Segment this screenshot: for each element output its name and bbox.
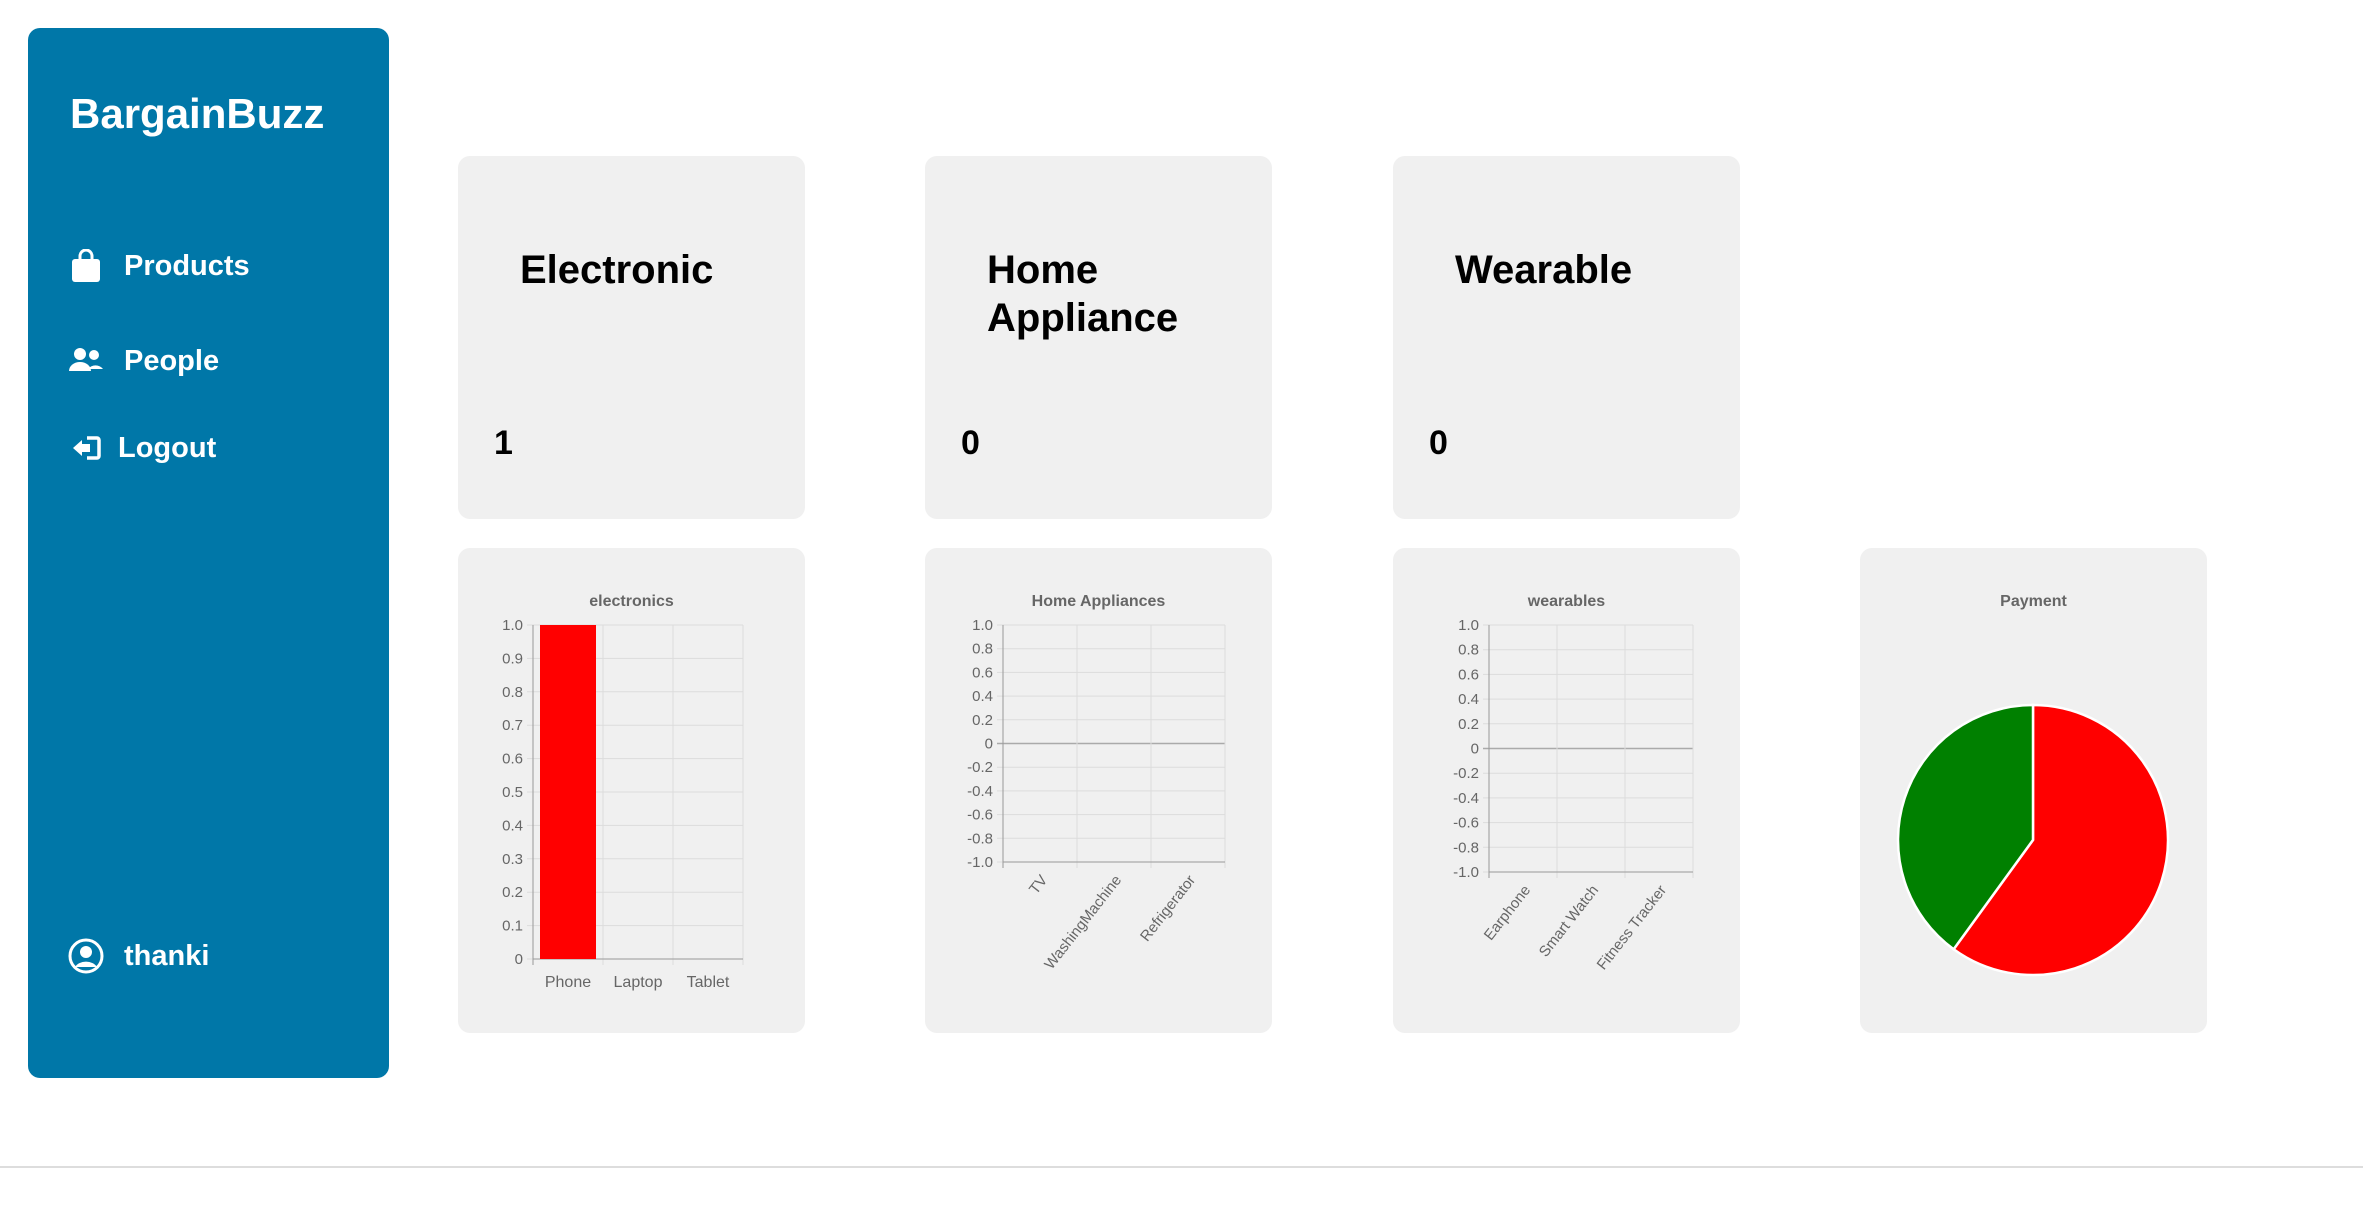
y-tick-label: 0.5 bbox=[502, 784, 523, 801]
y-tick-label: 0.8 bbox=[1458, 642, 1479, 659]
footer-divider bbox=[0, 1166, 2363, 1168]
logout-icon bbox=[68, 430, 104, 466]
y-tick-label: 0.1 bbox=[502, 918, 523, 935]
y-tick-label: 0.8 bbox=[502, 684, 523, 701]
x-tick-label: Smart Watch bbox=[1536, 882, 1602, 960]
y-tick-label: 1.0 bbox=[1458, 617, 1479, 634]
sidebar-item-people[interactable]: People bbox=[68, 343, 219, 379]
y-tick-label: 0 bbox=[985, 736, 993, 753]
sidebar-item-label: Products bbox=[124, 249, 250, 282]
y-tick-label: 0.6 bbox=[502, 751, 523, 768]
x-tick-label: Laptop bbox=[614, 974, 663, 991]
y-tick-label: -0.8 bbox=[967, 830, 993, 847]
y-tick-label: 0.3 bbox=[502, 851, 523, 868]
wearables-bar-chart: wearables -1.0 -0.8 -0.6 -0.4 -0.2 0 0.2 0.4 0.6 0… bbox=[1453, 593, 1694, 973]
stat-card-electronic: Electronic 1 bbox=[458, 156, 805, 519]
chart-card-home-appliances: Home Appliances -1.0 -0.8 -0.6 -0.4 -0.2 0 0.2 0… bbox=[925, 548, 1272, 1033]
y-tick-label: 0.4 bbox=[972, 688, 993, 705]
user-circle-icon bbox=[68, 938, 104, 974]
brand-logo[interactable]: BargainBuzz bbox=[70, 90, 324, 138]
stat-card-title: Electronic bbox=[520, 248, 714, 292]
sidebar-user-profile[interactable]: thanki bbox=[68, 938, 209, 974]
y-tick-label: -1.0 bbox=[1453, 864, 1479, 881]
sidebar: BargainBuzz Products People Logout thank… bbox=[28, 28, 389, 1078]
y-tick-label: 0.2 bbox=[1458, 716, 1479, 733]
x-tick-label: Phone bbox=[545, 974, 591, 991]
payment-pie-chart: Payment bbox=[1896, 593, 2170, 977]
y-tick-label: -0.6 bbox=[1453, 815, 1479, 832]
x-tick-label: Earphone bbox=[1481, 882, 1534, 944]
x-tick-label: WashingMachine bbox=[1041, 872, 1125, 973]
y-tick-label: 0 bbox=[1471, 741, 1479, 758]
y-tick-label: -1.0 bbox=[967, 854, 993, 871]
y-tick-label: 0.4 bbox=[502, 817, 523, 834]
x-tick-label: Refrigerator bbox=[1137, 872, 1199, 945]
stat-card-count: 0 bbox=[1429, 424, 1448, 462]
y-tick-label: -0.4 bbox=[1453, 790, 1479, 807]
x-tick-label: TV bbox=[1026, 872, 1051, 898]
y-tick-label: 0.2 bbox=[972, 712, 993, 729]
chart-title: Payment bbox=[2000, 593, 2067, 610]
y-tick-label: -0.4 bbox=[967, 783, 993, 800]
y-tick-label: -0.2 bbox=[967, 759, 993, 776]
stat-card-title: Wearable bbox=[1455, 248, 1633, 292]
y-tick-label: -0.8 bbox=[1453, 839, 1479, 856]
chart-card-wearables: wearables -1.0 -0.8 -0.6 -0.4 -0.2 0 0.2 0.4 0.6 0… bbox=[1393, 548, 1740, 1033]
chart-card-payment: Payment bbox=[1860, 548, 2207, 1033]
y-tick-label: 0.7 bbox=[502, 717, 523, 734]
stat-card-wearable: Wearable 0 bbox=[1393, 156, 1740, 519]
chart-title: wearables bbox=[1527, 593, 1605, 610]
sidebar-item-logout[interactable]: Logout bbox=[68, 430, 216, 466]
stat-card-count: 1 bbox=[494, 424, 513, 462]
shopping-bag-icon bbox=[68, 248, 104, 284]
stat-card-title: Home Appliance bbox=[987, 248, 1179, 340]
electronics-bar-chart: electronics 0 0.1 0.2 0.3 0.4 0.5 0.6 0.7 0.8 0.9 1… bbox=[502, 593, 744, 991]
x-tick-label: Tablet bbox=[687, 974, 730, 991]
home-appliances-bar-chart: Home Appliances -1.0 -0.8 -0.6 -0.4 -0.2 0 0.2 0… bbox=[967, 593, 1226, 973]
y-tick-label: -0.2 bbox=[1453, 765, 1479, 782]
sidebar-item-products[interactable]: Products bbox=[68, 248, 250, 284]
y-tick-label: -0.6 bbox=[967, 807, 993, 824]
y-tick-label: 0.8 bbox=[972, 641, 993, 658]
y-tick-label: 0.9 bbox=[502, 650, 523, 667]
user-name: thanki bbox=[124, 939, 210, 972]
sidebar-item-label: Logout bbox=[118, 431, 217, 464]
y-tick-label: 0.2 bbox=[502, 884, 523, 901]
chart-card-electronics: electronics 0 0.1 0.2 0.3 0.4 0.5 0.6 0.7 0.8 0.9 1… bbox=[458, 548, 805, 1033]
chart-title: Home Appliances bbox=[1032, 593, 1166, 610]
y-tick-label: 0.6 bbox=[1458, 666, 1479, 683]
users-icon bbox=[68, 343, 104, 379]
bar-phone bbox=[540, 625, 596, 959]
x-tick-label: Fitness Tracker bbox=[1594, 882, 1671, 973]
y-tick-label: 1.0 bbox=[972, 617, 993, 634]
sidebar-item-label: People bbox=[124, 344, 220, 377]
stat-card-home-appliance: Home Appliance 0 bbox=[925, 156, 1272, 519]
y-tick-label: 1.0 bbox=[502, 617, 523, 634]
y-tick-label: 0 bbox=[515, 951, 523, 968]
stat-card-count: 0 bbox=[961, 424, 980, 462]
y-tick-label: 0.6 bbox=[972, 664, 993, 681]
chart-title: electronics bbox=[589, 593, 674, 610]
y-tick-label: 0.4 bbox=[1458, 691, 1479, 708]
